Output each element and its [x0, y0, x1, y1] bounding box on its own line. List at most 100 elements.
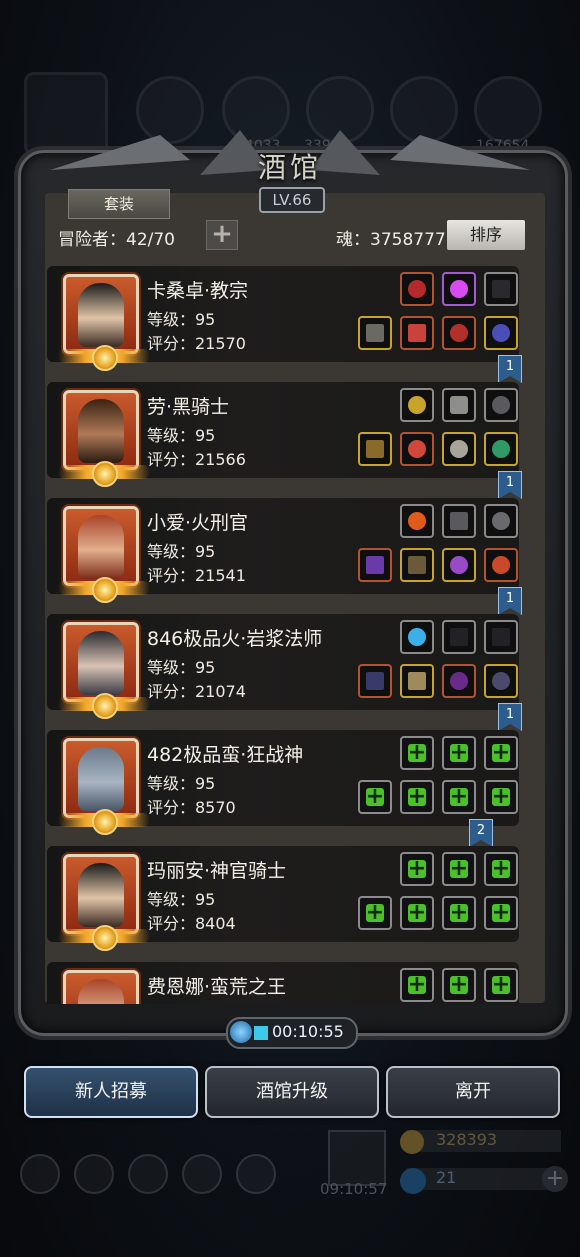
equip-slot[interactable]: [442, 548, 476, 582]
add-equip-slot[interactable]: [484, 780, 518, 814]
leave-button[interactable]: 离开: [386, 1066, 560, 1118]
add-equip-slot[interactable]: [400, 896, 434, 930]
add-equip-slot[interactable]: [442, 852, 476, 886]
equip-slot[interactable]: [442, 620, 476, 654]
add-equip-slot[interactable]: [400, 852, 434, 886]
rank-badge: 1: [498, 355, 522, 383]
equip-slot[interactable]: [442, 432, 476, 466]
gift-box-icon[interactable]: [328, 1130, 386, 1186]
hero-card[interactable]: 费恩娜·蛮荒之王: [47, 962, 519, 1004]
hero-score: 评分：21074: [147, 682, 246, 701]
equip-slot[interactable]: [358, 316, 392, 350]
hero-name: 玛丽安·神官骑士: [147, 860, 287, 882]
equip-slot[interactable]: [484, 548, 518, 582]
menu-icon[interactable]: [128, 1154, 168, 1194]
menu-icon[interactable]: [236, 1154, 276, 1194]
hero-score: 评分：21570: [147, 334, 246, 353]
add-currency-button[interactable]: +: [542, 1166, 568, 1192]
equip-slot[interactable]: [442, 388, 476, 422]
equip-slot[interactable]: [484, 388, 518, 422]
equip-slot[interactable]: [400, 432, 434, 466]
recruit-button[interactable]: 新人招募: [24, 1066, 198, 1118]
rank-badge: 2: [469, 819, 493, 847]
soul-value: 魂：3758777: [336, 230, 446, 250]
add-equip-slot[interactable]: [400, 780, 434, 814]
equip-slot[interactable]: [400, 620, 434, 654]
hero-score: 评分：21541: [147, 566, 246, 585]
bottom-bar: 09:10:57 328393 21 +: [0, 1130, 580, 1210]
add-equip-slot[interactable]: [442, 736, 476, 770]
equip-slot[interactable]: [442, 664, 476, 698]
equip-slot[interactable]: [442, 504, 476, 538]
hero-portrait: [58, 390, 150, 487]
add-equip-slot[interactable]: [484, 736, 518, 770]
hero-card[interactable]: 玛丽安·神官骑士 等级：95 评分：8404: [47, 846, 519, 951]
sort-button[interactable]: 排序: [447, 220, 525, 250]
hero-level: 等级：95: [147, 890, 216, 909]
hero-level: 等级：95: [147, 658, 216, 677]
equip-slot[interactable]: [400, 548, 434, 582]
hero-level: 等级：95: [147, 310, 216, 329]
upgrade-tavern-button[interactable]: 酒馆升级: [205, 1066, 379, 1118]
equip-slot[interactable]: [484, 272, 518, 306]
mail-icon[interactable]: [182, 1154, 222, 1194]
expand-capacity-button[interactable]: +: [206, 220, 238, 250]
hero-score: 评分：8570: [147, 798, 236, 817]
equip-slot[interactable]: [400, 316, 434, 350]
gem-bar: [406, 1168, 561, 1190]
hero-portrait: [63, 970, 139, 1004]
hero-level: 等级：95: [147, 542, 216, 561]
adventurer-count: 冒险者：42/70: [58, 230, 175, 250]
equip-slot[interactable]: [400, 504, 434, 538]
hero-portrait: [58, 738, 150, 835]
timer-value: 00:10:55: [272, 1022, 344, 1041]
hero-portrait: [58, 622, 150, 719]
hero-card[interactable]: 846极品火·岩浆法师 等级：95 评分：21074: [47, 614, 519, 719]
equip-slot[interactable]: [400, 388, 434, 422]
hero-name: 482极品蛮·狂战神: [147, 744, 304, 766]
hero-name: 费恩娜·蛮荒之王: [147, 976, 287, 998]
hero-card[interactable]: 劳·黑骑士 等级：95 评分：21566: [47, 382, 519, 487]
equip-slot[interactable]: [358, 548, 392, 582]
add-equip-slot[interactable]: [484, 968, 518, 1002]
add-equip-slot[interactable]: [442, 780, 476, 814]
add-equip-slot[interactable]: [442, 896, 476, 930]
equip-slot[interactable]: [442, 272, 476, 306]
hero-level: 等级：95: [147, 774, 216, 793]
add-equip-slot[interactable]: [358, 896, 392, 930]
equip-slot[interactable]: [484, 504, 518, 538]
hero-card[interactable]: 482极品蛮·狂战神 等级：95 评分：8570: [47, 730, 519, 835]
hero-list: 卡桑卓·教宗 等级：95 评分：21570 1 劳·黑骑士 等级：95 评分：2…: [47, 262, 533, 1004]
gem-value: 21: [436, 1168, 457, 1187]
hero-name: 劳·黑骑士: [147, 396, 230, 418]
equip-slot[interactable]: [358, 664, 392, 698]
equip-slot[interactable]: [400, 664, 434, 698]
menu-icon[interactable]: [20, 1154, 60, 1194]
hero-name: 小爱·火刑官: [147, 512, 249, 534]
menu-icon[interactable]: [74, 1154, 114, 1194]
equip-slot[interactable]: [484, 664, 518, 698]
add-equip-slot[interactable]: [484, 896, 518, 930]
equip-slot[interactable]: [484, 316, 518, 350]
hero-card[interactable]: 小爱·火刑官 等级：95 评分：21541: [47, 498, 519, 603]
rank-badge: 1: [498, 703, 522, 731]
equip-slot[interactable]: [484, 432, 518, 466]
hero-card[interactable]: 卡桑卓·教宗 等级：95 评分：21570: [47, 266, 519, 371]
refresh-timer: 00:10:55: [226, 1017, 358, 1049]
suit-tab[interactable]: 套装: [68, 189, 170, 219]
equip-slot[interactable]: [400, 272, 434, 306]
add-equip-slot[interactable]: [358, 780, 392, 814]
hero-portrait: [58, 274, 150, 371]
add-equip-slot[interactable]: [484, 852, 518, 886]
add-equip-slot[interactable]: [400, 736, 434, 770]
add-equip-slot[interactable]: [442, 968, 476, 1002]
equip-slot[interactable]: [484, 620, 518, 654]
gift-timer: 09:10:57: [320, 1180, 388, 1198]
rank-badge: 1: [498, 471, 522, 499]
add-equip-slot[interactable]: [400, 968, 434, 1002]
hero-score: 评分：21566: [147, 450, 246, 469]
gem-icon: [400, 1168, 426, 1194]
equip-slot[interactable]: [442, 316, 476, 350]
equip-slot[interactable]: [358, 432, 392, 466]
hero-name: 846极品火·岩浆法师: [147, 628, 323, 650]
